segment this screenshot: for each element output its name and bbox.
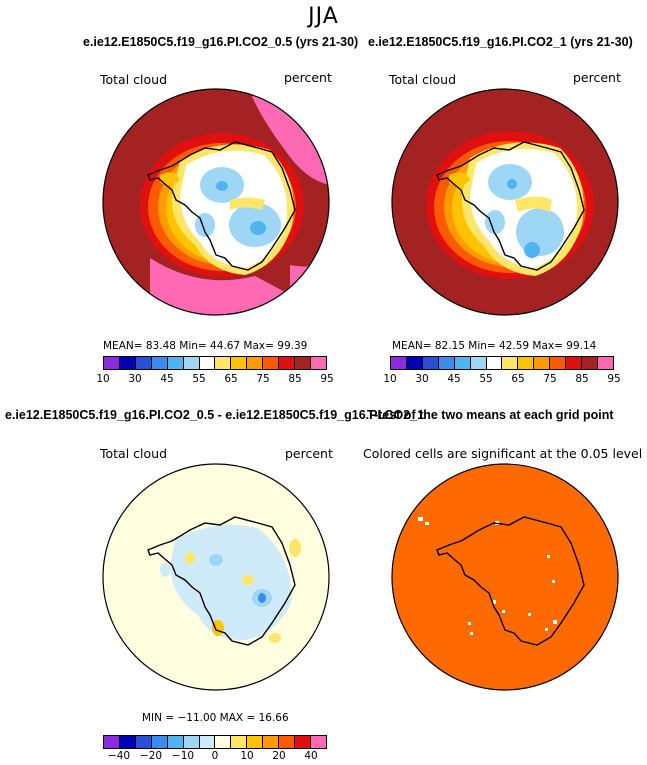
colorbar-cell xyxy=(215,736,232,748)
colorbar-tick-label: −40 xyxy=(107,750,131,762)
colorbar-tick-label: −20 xyxy=(139,750,163,762)
colorbar-cell xyxy=(247,736,264,748)
colorbar-cell xyxy=(183,736,200,748)
map-bottom-right xyxy=(391,463,619,691)
colorbar-tick-label: 10 xyxy=(240,750,254,762)
colorbar-cell xyxy=(199,736,216,748)
colorbar-cell xyxy=(263,736,280,748)
colorbar-tick-label: 40 xyxy=(304,750,318,762)
colorbar-cell xyxy=(295,736,311,748)
colorbar-tick-label: 20 xyxy=(272,750,286,762)
colorbar-cell xyxy=(119,736,136,748)
colorbar-cell xyxy=(104,736,120,748)
colorbar-tick-label: 0 xyxy=(211,750,219,762)
colorbar-tick-label: −10 xyxy=(171,750,195,762)
bl-stats: MIN = −11.00 MAX = 16.66 xyxy=(142,712,289,724)
colorbar-cell xyxy=(279,736,296,748)
colorbar-cell xyxy=(151,736,168,748)
colorbar-cell xyxy=(231,736,248,748)
colorbar-ticks-bottom-left: −40 −20 −10 0 10 20 40 xyxy=(103,750,327,764)
colorbar-cell xyxy=(135,736,152,748)
colorbar-cell xyxy=(310,736,326,748)
colorbar-cell xyxy=(167,736,184,748)
colorbar-bottom-left xyxy=(103,735,327,749)
